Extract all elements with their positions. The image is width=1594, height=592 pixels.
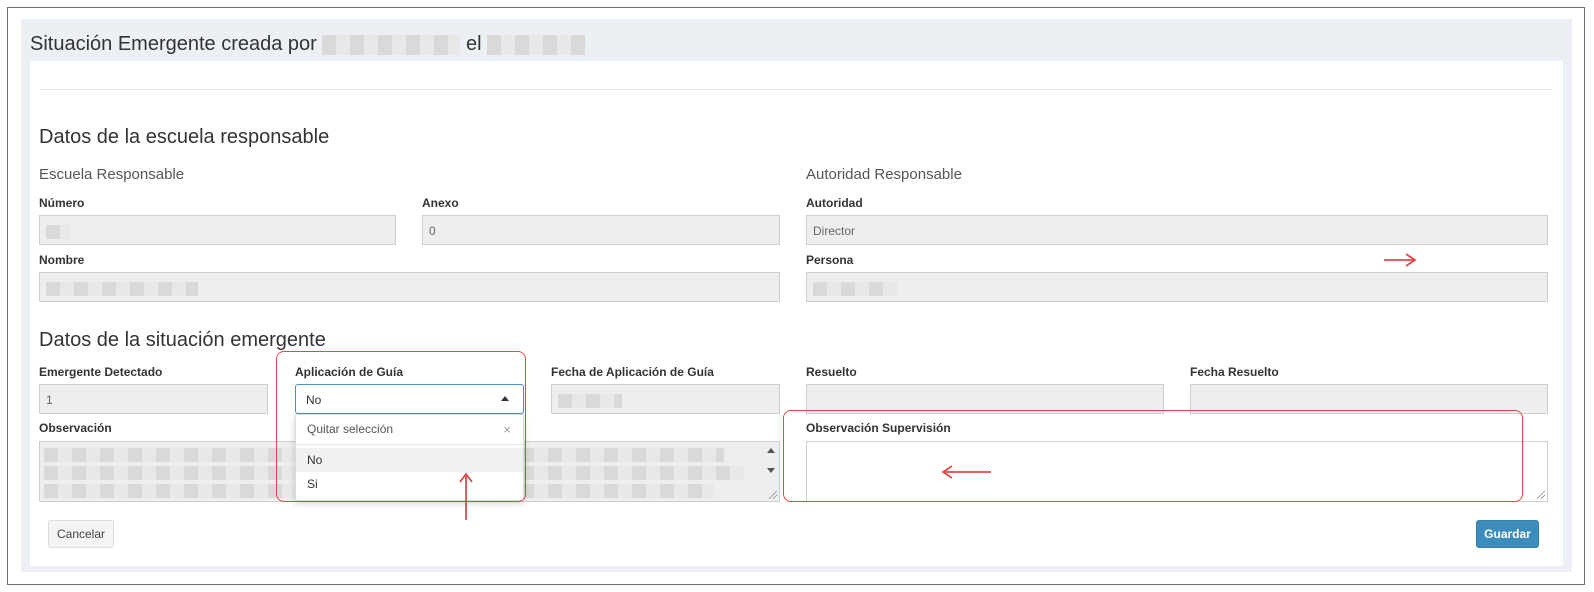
numero-label: Número: [39, 196, 85, 210]
section-title-situacion: Datos de la situación emergente: [39, 329, 326, 351]
redacted-persona: [813, 281, 897, 296]
persona-field[interactable]: [806, 272, 1548, 302]
window-frame: Situación Emergente creada por el Datos …: [7, 7, 1585, 585]
resuelto-label: Resuelto: [806, 365, 857, 379]
cancel-button[interactable]: Cancelar: [48, 520, 114, 548]
autoridad-field[interactable]: Director: [806, 215, 1548, 245]
observacion-label: Observación: [39, 421, 112, 435]
resize-handle-icon[interactable]: [1537, 491, 1545, 499]
highlight-box-supervision: [783, 410, 1523, 502]
scroll-down-icon[interactable]: [767, 468, 775, 473]
divider: [40, 89, 1553, 90]
fecha-resuelto-label: Fecha Resuelto: [1190, 365, 1279, 379]
emergente-label: Emergente Detectado: [39, 365, 163, 379]
panel-title: Situación Emergente creada por el: [30, 33, 586, 56]
emergente-field[interactable]: 1: [39, 384, 268, 414]
save-button[interactable]: Guardar: [1476, 520, 1539, 548]
nombre-label: Nombre: [39, 253, 85, 267]
annotation-arrow-right-icon: [1384, 253, 1417, 267]
subtitle-escuela-responsable: Escuela Responsable: [39, 166, 185, 183]
redacted-date: [487, 34, 586, 55]
fecha-guia-label: Fecha de Aplicación de Guía: [551, 365, 714, 379]
anexo-label: Anexo: [422, 196, 459, 210]
redacted-fecha-guia: [558, 393, 622, 408]
nombre-field[interactable]: [39, 272, 780, 302]
redacted-creator: [322, 34, 461, 55]
redacted-nombre: [46, 281, 198, 296]
resize-handle-icon[interactable]: [769, 491, 777, 499]
highlight-box-guia: [276, 351, 526, 502]
persona-label: Persona: [806, 253, 854, 267]
section-title-escuela: Datos de la escuela responsable: [39, 126, 330, 148]
scroll-up-icon[interactable]: [767, 448, 775, 453]
subtitle-autoridad-responsable: Autoridad Responsable: [806, 166, 962, 183]
panel-title-middle: el: [465, 33, 482, 55]
autoridad-label: Autoridad: [806, 196, 863, 210]
annotation-arrow-up-icon: [459, 472, 473, 520]
anexo-field[interactable]: 0: [422, 215, 780, 245]
fecha-guia-field[interactable]: [551, 384, 780, 414]
numero-field[interactable]: [39, 215, 396, 245]
annotation-arrow-left-icon: [941, 465, 991, 479]
panel-title-prefix: Situación Emergente creada por: [30, 33, 317, 55]
redacted-numero: [46, 224, 70, 239]
